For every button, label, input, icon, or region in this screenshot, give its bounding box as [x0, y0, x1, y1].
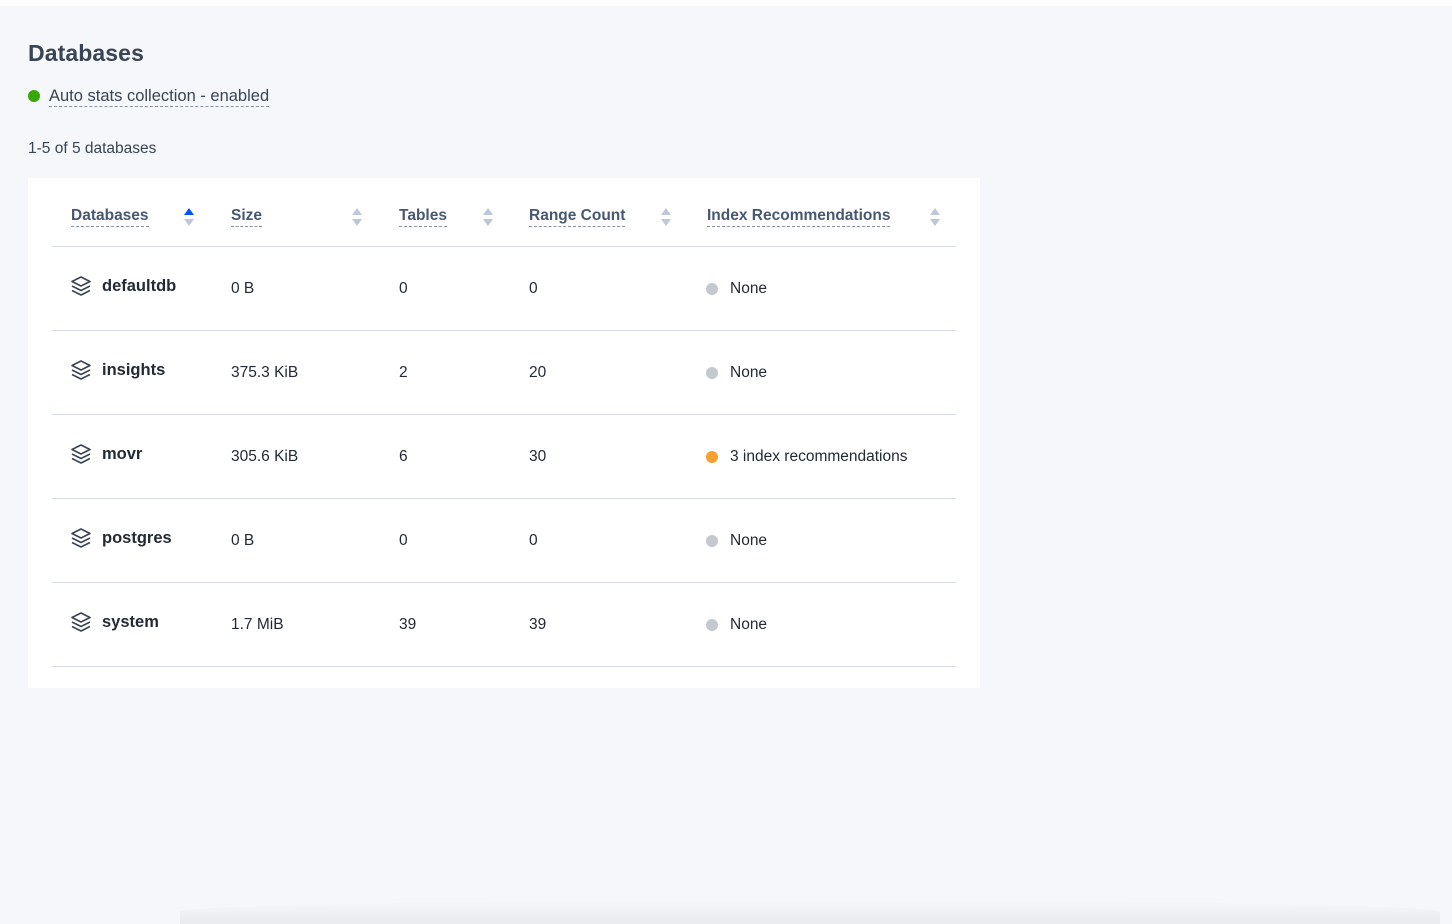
auto-stats-status: Auto stats collection - enabled: [28, 84, 270, 108]
sort-arrows-icon[interactable]: [483, 208, 493, 228]
database-name-link[interactable]: movr: [102, 445, 142, 464]
sort-arrows-icon[interactable]: [930, 208, 940, 228]
index-recommendation-text[interactable]: 3 index recommendations: [730, 447, 908, 467]
database-name-link[interactable]: postgres: [102, 529, 172, 548]
table-row[interactable]: postgres 0 B 0 0 None: [52, 499, 956, 583]
column-header-databases[interactable]: Databases: [52, 178, 212, 246]
size-cell: 1.7 MiB: [231, 616, 284, 633]
tables-cell: 6: [399, 448, 408, 465]
database-name-cell[interactable]: movr: [70, 443, 142, 465]
database-stack-icon: [71, 360, 91, 380]
page-title: Databases: [28, 40, 144, 66]
index-recommendation-text: None: [730, 364, 768, 381]
tables-cell: 39: [399, 616, 417, 633]
size-cell: 0 B: [231, 532, 255, 549]
databases-table-card: Databases Size Tables Range Count Index …: [28, 178, 980, 688]
size-cell: 0 B: [231, 280, 255, 297]
table-row[interactable]: movr 305.6 KiB 6 30 3 index recommendati…: [52, 415, 956, 499]
index-recommendation-cell[interactable]: 3 index recommendations: [706, 447, 908, 467]
sort-arrows-icon[interactable]: [661, 208, 671, 228]
index-recommendation-cell: None: [706, 279, 767, 299]
stats-enabled-dot-icon: [28, 90, 40, 102]
column-header-range-count[interactable]: Range Count: [511, 178, 689, 246]
column-header-size[interactable]: Size: [212, 178, 380, 246]
range-count-cell: 39: [529, 616, 547, 633]
size-cell: 375.3 KiB: [231, 364, 299, 381]
tables-cell: 0: [399, 280, 408, 297]
database-stack-icon: [71, 612, 91, 632]
index-recommendation-text: None: [730, 532, 768, 549]
table-row[interactable]: defaultdb 0 B 0 0 None: [52, 247, 956, 331]
column-label[interactable]: Tables: [399, 206, 447, 227]
database-stack-icon: [71, 528, 91, 548]
database-stack-icon: [71, 276, 91, 296]
database-name-link[interactable]: insights: [102, 361, 165, 380]
range-count-cell: 30: [529, 448, 547, 465]
column-header-index-recommendations[interactable]: Index Recommendations: [689, 178, 956, 246]
table-row[interactable]: insights 375.3 KiB 2 20 None: [52, 331, 956, 415]
column-label[interactable]: Range Count: [529, 206, 626, 227]
top-header-strip: [0, 0, 1452, 6]
recommendation-none-dot-icon: [706, 367, 718, 379]
database-name-cell[interactable]: insights: [70, 359, 165, 381]
column-label[interactable]: Size: [231, 206, 263, 227]
database-name-cell[interactable]: system: [70, 611, 159, 633]
range-count-cell: 0: [529, 280, 538, 297]
database-name-cell[interactable]: defaultdb: [70, 275, 176, 297]
recommendation-none-dot-icon: [706, 619, 718, 631]
index-recommendation-cell: None: [706, 363, 767, 383]
recommendation-warning-dot-icon: [706, 451, 718, 463]
sort-arrows-icon[interactable]: [184, 208, 194, 228]
recommendation-none-dot-icon: [706, 535, 718, 547]
recommendation-none-dot-icon: [706, 283, 718, 295]
table-header: Databases Size Tables Range Count Index …: [52, 178, 956, 247]
databases-table: Databases Size Tables Range Count Index …: [52, 178, 956, 667]
database-name-link[interactable]: defaultdb: [102, 277, 176, 296]
bottom-panel-shadow: [180, 900, 1440, 924]
database-stack-icon: [71, 444, 91, 464]
column-header-tables[interactable]: Tables: [380, 178, 511, 246]
database-count: 1-5 of 5 databases: [28, 140, 157, 157]
column-label[interactable]: Databases: [71, 206, 149, 227]
index-recommendation-cell: None: [706, 531, 767, 551]
table-row[interactable]: system 1.7 MiB 39 39 None: [52, 583, 956, 667]
tables-cell: 0: [399, 532, 408, 549]
database-name-link[interactable]: system: [102, 613, 159, 632]
sort-arrows-icon[interactable]: [352, 208, 362, 228]
size-cell: 305.6 KiB: [231, 448, 299, 465]
range-count-cell: 20: [529, 364, 547, 381]
column-label[interactable]: Index Recommendations: [707, 206, 891, 227]
range-count-cell: 0: [529, 532, 538, 549]
auto-stats-link[interactable]: Auto stats collection - enabled: [49, 86, 270, 107]
index-recommendation-text: None: [730, 280, 768, 297]
tables-cell: 2: [399, 364, 408, 381]
index-recommendation-text: None: [730, 616, 768, 633]
database-name-cell[interactable]: postgres: [70, 527, 172, 549]
index-recommendation-cell: None: [706, 615, 767, 635]
